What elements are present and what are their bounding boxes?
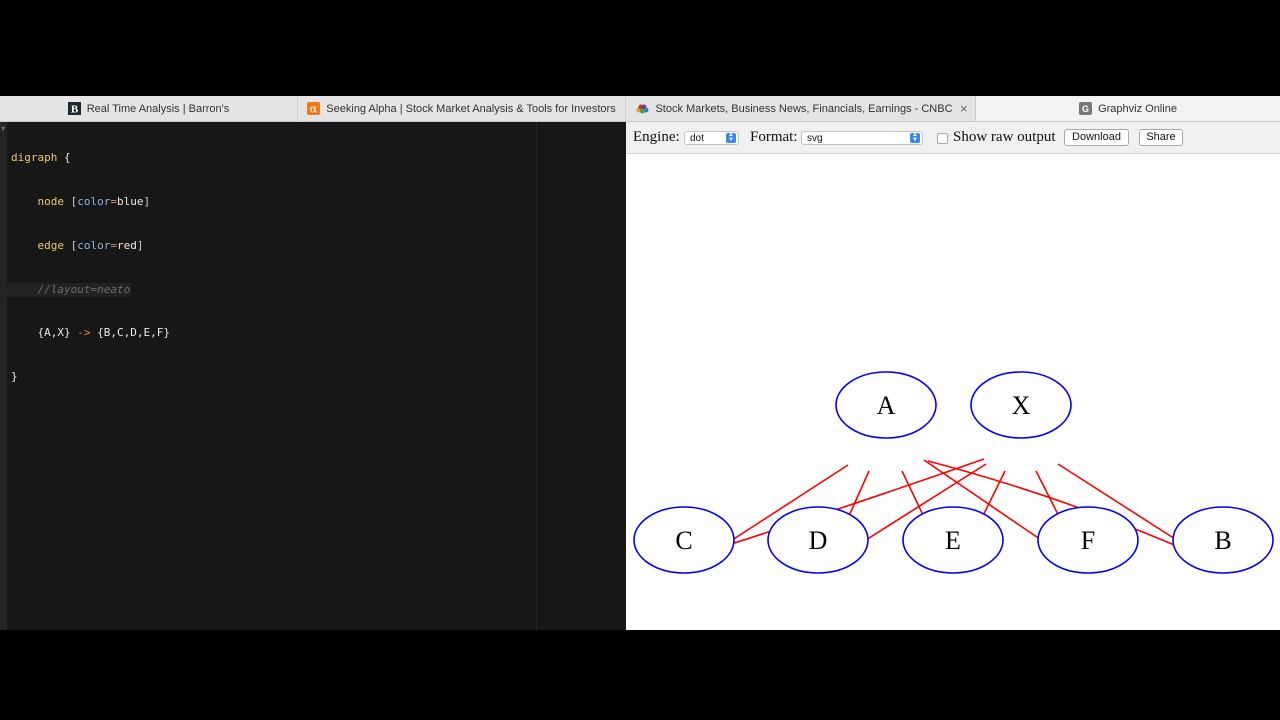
graph-output: A X C D E F B bbox=[633, 371, 1274, 574]
graph-preview-panel: Engine: dot ▲ ▼ Format: svg ▲ ▼ Show raw out… bbox=[626, 122, 1280, 630]
code-line-3: edge [color=red] bbox=[37, 238, 144, 252]
svg-text:B: B bbox=[1214, 526, 1231, 555]
engine-select[interactable]: dot ▲ ▼ bbox=[684, 131, 739, 145]
cnbc-peacock-icon bbox=[636, 102, 649, 115]
code-line-4: //layout=neato bbox=[7, 282, 131, 298]
graphviz-toolbar: Engine: dot ▲ ▼ Format: svg ▲ ▼ Show raw out… bbox=[626, 122, 1280, 154]
download-button[interactable]: Download bbox=[1064, 129, 1129, 146]
tab-bar: B Real Time Analysis | Barron's α Seekin… bbox=[0, 96, 1280, 122]
engine-label: Engine: bbox=[633, 129, 680, 145]
format-select[interactable]: svg ▲ ▼ bbox=[801, 131, 923, 145]
tab-title: Seeking Alpha | Stock Market Analysis & … bbox=[326, 102, 616, 115]
fold-arrow-icon[interactable]: ▾ bbox=[1, 124, 5, 133]
code-line-1: digraph { bbox=[11, 151, 71, 165]
format-value: svg bbox=[807, 133, 823, 144]
svg-text:X: X bbox=[1012, 391, 1031, 420]
share-button[interactable]: Share bbox=[1139, 129, 1183, 146]
format-label: Format: bbox=[750, 129, 798, 145]
editor-gutter: ▾ bbox=[0, 122, 7, 630]
node-d: D bbox=[767, 506, 869, 574]
tab-title: Stock Markets, Business News, Financials… bbox=[655, 102, 953, 115]
tab-title: Real Time Analysis | Barron's bbox=[86, 102, 230, 115]
svg-text:A: A bbox=[877, 391, 896, 420]
print-margin-line bbox=[536, 122, 537, 630]
graph-nodes: A X C D E F B bbox=[633, 371, 1274, 574]
tab-title: Graphviz Online bbox=[1098, 102, 1177, 115]
code-editor[interactable]: ▾ digraph { node [color=blue] edge [colo… bbox=[0, 122, 626, 630]
code-line-6: } bbox=[11, 370, 18, 384]
seeking-alpha-icon: α bbox=[307, 102, 321, 116]
node-x: X bbox=[970, 371, 1072, 439]
tab-seeking-alpha[interactable]: α Seeking Alpha | Stock Market Analysis … bbox=[298, 96, 626, 121]
code-line-5: {A,X} -> {B,C,D,E,F} bbox=[37, 326, 170, 340]
svg-text:D: D bbox=[809, 526, 828, 555]
engine-value: dot bbox=[690, 133, 704, 144]
node-f: F bbox=[1037, 506, 1139, 574]
svg-text:B: B bbox=[71, 104, 79, 116]
svg-text:G: G bbox=[1082, 104, 1089, 114]
close-tab-icon[interactable]: × bbox=[960, 101, 968, 116]
tab-barrons[interactable]: B Real Time Analysis | Barron's bbox=[0, 96, 298, 121]
code-line-2: node [color=blue] bbox=[37, 194, 151, 208]
svg-text:E: E bbox=[945, 526, 961, 555]
node-a: A bbox=[835, 371, 937, 439]
svg-text:α: α bbox=[310, 103, 318, 116]
node-c: C bbox=[633, 506, 735, 574]
tab-graphviz[interactable]: G Graphviz Online bbox=[976, 96, 1280, 121]
graphviz-g-icon: G bbox=[1079, 102, 1093, 115]
svg-text:F: F bbox=[1081, 526, 1095, 555]
node-b: B bbox=[1172, 506, 1274, 574]
node-e: E bbox=[902, 506, 1004, 574]
svg-text:C: C bbox=[675, 526, 692, 555]
show-raw-output-checkbox[interactable] bbox=[937, 133, 948, 144]
show-raw-output-label[interactable]: Show raw output bbox=[953, 129, 1056, 146]
barrons-b-icon: B bbox=[67, 102, 81, 116]
select-arrows-icon: ▲ ▼ bbox=[910, 132, 920, 143]
select-arrows-icon: ▲ ▼ bbox=[726, 132, 736, 143]
tab-cnbc[interactable]: Stock Markets, Business News, Financials… bbox=[626, 96, 976, 121]
code-text[interactable]: digraph { node [color=blue] edge [color=… bbox=[7, 122, 170, 414]
